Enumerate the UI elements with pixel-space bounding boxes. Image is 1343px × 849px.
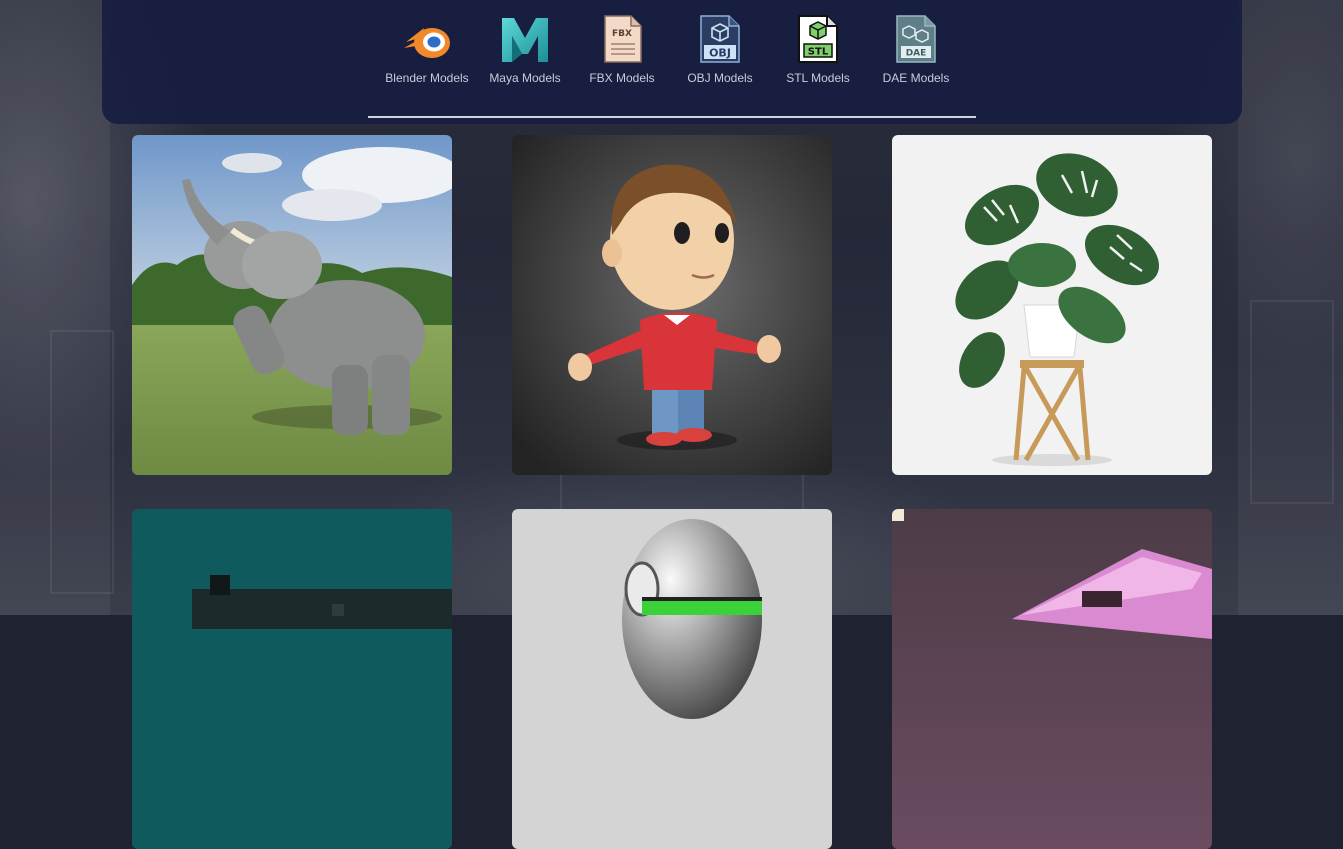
nav-divider	[368, 116, 976, 118]
model-card-pink-ceiling[interactable]	[892, 509, 1212, 849]
nav-item-label: FBX Models	[589, 71, 655, 85]
chrome-helmet-model-thumbnail	[512, 509, 832, 849]
model-card-elephant[interactable]	[132, 135, 452, 475]
model-card-monstera-plant[interactable]	[892, 135, 1212, 475]
nav-item-maya[interactable]: Maya Models	[477, 12, 573, 85]
nav-item-blender[interactable]: Blender Models	[379, 12, 475, 85]
model-card-teal-machine[interactable]	[132, 509, 452, 849]
monstera-plant-model-thumbnail	[892, 135, 1212, 475]
svg-text:STL: STL	[808, 47, 829, 58]
maya-icon	[502, 18, 548, 62]
model-card-cartoon-boy[interactable]	[512, 135, 832, 475]
svg-text:DAE: DAE	[906, 49, 927, 59]
dae-file-icon: DAE	[896, 15, 936, 63]
nav-item-label: OBJ Models	[687, 71, 753, 85]
format-nav: Blender Models Maya Models FBX FBX Model…	[0, 0, 1343, 124]
nav-item-label: Blender Models	[385, 71, 469, 85]
obj-file-icon: OBJ	[700, 15, 740, 63]
nav-item-label: DAE Models	[882, 71, 950, 85]
blender-icon	[404, 28, 450, 58]
cartoon-boy-model-thumbnail	[512, 135, 832, 475]
nav-item-fbx[interactable]: FBX FBX Models	[574, 12, 670, 85]
nav-item-label: Maya Models	[489, 71, 561, 85]
nav-item-dae[interactable]: DAE DAE Models	[868, 12, 964, 85]
svg-text:OBJ: OBJ	[709, 47, 731, 60]
pink-ceiling-model-thumbnail	[892, 509, 1212, 849]
model-card-chrome-helmet[interactable]	[512, 509, 832, 849]
elephant-model-thumbnail	[132, 135, 452, 475]
stl-file-icon: STL	[798, 15, 838, 63]
teal-machine-model-thumbnail	[132, 509, 452, 849]
nav-item-obj[interactable]: OBJ OBJ Models	[672, 12, 768, 85]
fbx-file-icon: FBX	[604, 15, 642, 63]
nav-item-label: STL Models	[786, 71, 850, 85]
nav-item-stl[interactable]: STL STL Models	[770, 12, 866, 85]
svg-text:FBX: FBX	[612, 29, 632, 39]
